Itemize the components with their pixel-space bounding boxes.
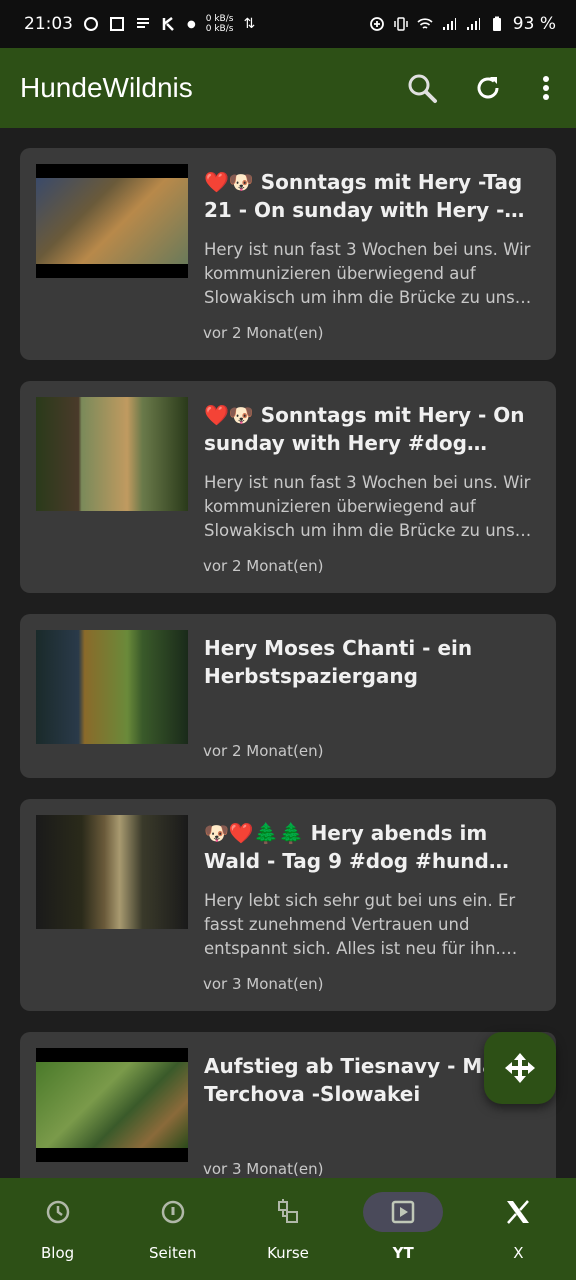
refresh-button[interactable] bbox=[470, 70, 506, 106]
video-date: vor 2 Monat(en) bbox=[203, 742, 324, 760]
status-time: 21:03 bbox=[24, 14, 73, 34]
nav-item-seiten[interactable]: Seiten bbox=[115, 1178, 230, 1280]
video-description: Hery lebt sich sehr gut bei uns ein. Er … bbox=[204, 891, 516, 958]
clock-icon bbox=[46, 1200, 69, 1224]
video-card[interactable]: ❤️🐶 Sonntags mit Hery - On sunday with H… bbox=[20, 381, 556, 593]
course-icon bbox=[278, 1199, 298, 1223]
video-title: ❤️🐶 Sonntags mit Hery -Tag 21 - On sunda… bbox=[204, 170, 523, 222]
x-logo-icon bbox=[507, 1200, 530, 1224]
video-date: vor 3 Monat(en) bbox=[203, 1160, 324, 1178]
video-title: 🐶❤️🌲🌲 Hery abends im Wald - Tag 9 #dog #… bbox=[204, 821, 489, 873]
dot-icon: ● bbox=[187, 18, 196, 30]
video-thumbnail bbox=[36, 397, 188, 511]
vibrate-icon bbox=[394, 17, 408, 31]
refresh-icon bbox=[477, 77, 499, 99]
nav-label: Seiten bbox=[149, 1244, 197, 1262]
video-thumbnail bbox=[36, 815, 188, 929]
status-bar: 21:03 ● 0 kB/s 0 kB/s ⇅ 93 % bbox=[0, 0, 576, 48]
more-vert-icon bbox=[543, 76, 549, 100]
k-app-icon bbox=[162, 17, 174, 31]
nav-item-blog[interactable]: Blog bbox=[0, 1178, 115, 1280]
sync-icon bbox=[84, 17, 98, 31]
video-thumbnail bbox=[36, 630, 188, 744]
nav-label: X bbox=[513, 1244, 524, 1262]
notes-icon bbox=[137, 18, 149, 28]
nav-label: Blog bbox=[41, 1244, 75, 1262]
video-card[interactable]: ❤️🐶 Sonntags mit Hery -Tag 21 - On sunda… bbox=[20, 148, 556, 360]
video-card[interactable]: Aufstieg ab Tiesnavy - Mala - Terchova -… bbox=[20, 1032, 556, 1178]
bottom-nav: Blog Seiten Kurse YT X bbox=[0, 1178, 576, 1280]
nav-item-x[interactable]: X bbox=[461, 1178, 576, 1280]
app-title: HundeWildnis bbox=[20, 72, 193, 103]
more-options-button[interactable] bbox=[536, 70, 556, 106]
battery-level: 93 % bbox=[512, 14, 556, 34]
signal-hd-icon bbox=[442, 18, 456, 30]
nav-label: Kurse bbox=[267, 1244, 309, 1262]
play-icon bbox=[391, 1200, 415, 1224]
app-bar: HundeWildnis bbox=[0, 48, 576, 128]
video-list[interactable]: ❤️🐶 Sonntags mit Hery -Tag 21 - On sunda… bbox=[0, 128, 576, 1178]
net-speed: 0 kB/s 0 kB/s bbox=[205, 14, 234, 34]
video-thumbnail bbox=[36, 1048, 188, 1162]
signal-hd-2-icon bbox=[466, 18, 480, 30]
move-arrows-icon bbox=[505, 1053, 535, 1083]
wifi-icon bbox=[417, 18, 433, 29]
video-title: ❤️🐶 Sonntags mit Hery - On sunday with H… bbox=[204, 403, 525, 455]
video-date: vor 2 Monat(en) bbox=[203, 324, 324, 342]
video-thumbnail bbox=[36, 164, 188, 278]
screenshot-icon bbox=[110, 17, 124, 31]
video-title: Hery Moses Chanti - ein Herbstspaziergan… bbox=[204, 636, 473, 688]
battery-icon bbox=[492, 16, 501, 31]
data-saver-icon bbox=[369, 17, 384, 31]
move-fab-button[interactable] bbox=[484, 1032, 556, 1104]
video-date: vor 2 Monat(en) bbox=[203, 557, 324, 575]
video-date: vor 3 Monat(en) bbox=[203, 975, 324, 993]
info-circle-icon bbox=[161, 1200, 185, 1224]
video-description: Hery ist nun fast 3 Wochen bei uns. Wir … bbox=[204, 240, 531, 307]
video-card[interactable]: Hery Moses Chanti - ein Herbstspaziergan… bbox=[20, 614, 556, 778]
search-button[interactable] bbox=[404, 70, 440, 106]
data-arrows-icon: ⇅ bbox=[243, 16, 256, 32]
video-card[interactable]: 🐶❤️🌲🌲 Hery abends im Wald - Tag 9 #dog #… bbox=[20, 799, 556, 1011]
nav-label: YT bbox=[392, 1244, 414, 1262]
nav-item-yt[interactable]: YT bbox=[346, 1178, 461, 1280]
search-icon bbox=[408, 74, 437, 103]
nav-item-kurse[interactable]: Kurse bbox=[230, 1178, 345, 1280]
video-description: Hery ist nun fast 3 Wochen bei uns. Wir … bbox=[204, 473, 531, 540]
